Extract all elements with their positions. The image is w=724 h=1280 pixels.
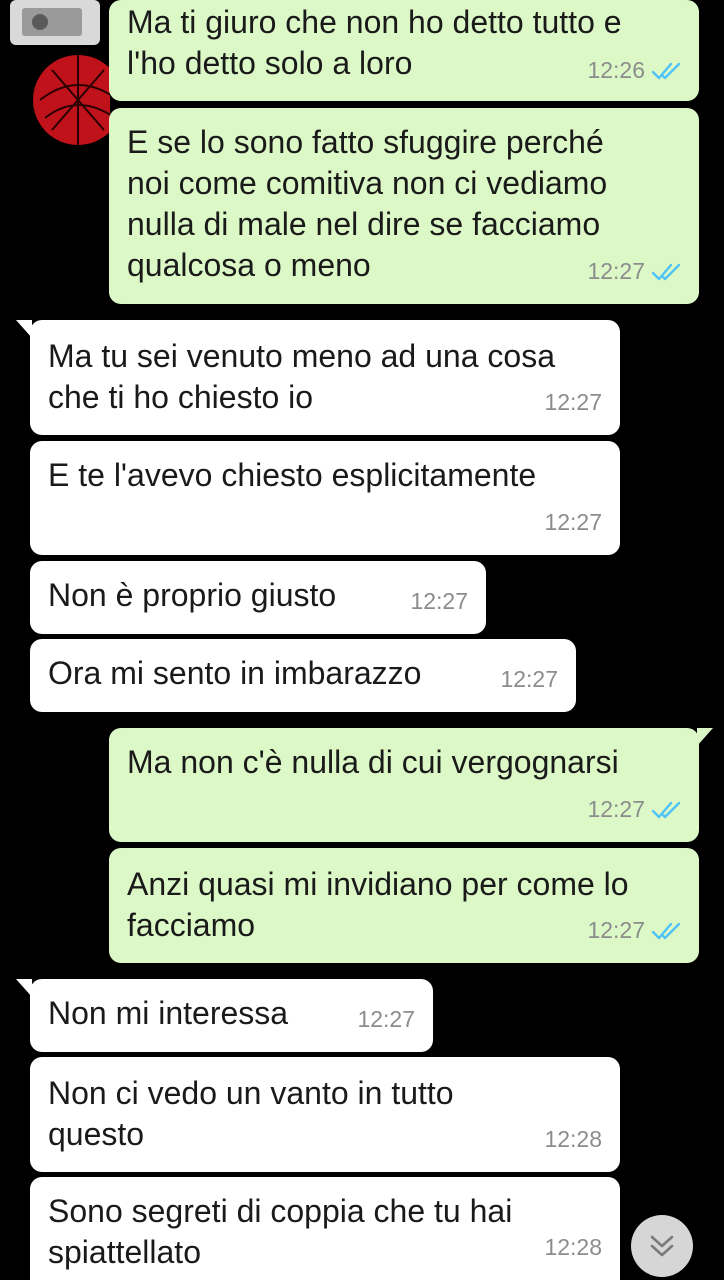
- message-meta: 12:27: [357, 999, 415, 1040]
- double-check-read-icon: [651, 801, 681, 818]
- message-text: Ora mi sento in imbarazzo: [48, 655, 422, 691]
- message-meta: 12:28: [544, 1227, 602, 1268]
- message-text: Non è proprio giusto: [48, 577, 337, 613]
- message-bubble-incoming[interactable]: Sono segreti di coppia che tu hai spiatt…: [30, 1177, 620, 1280]
- chat-screen: Ma ti giuro che non ho detto tutto e l'h…: [0, 0, 724, 1280]
- bubble-tail: [697, 728, 713, 746]
- message-meta: 12:27: [544, 382, 602, 423]
- message-meta: 12:27: [587, 789, 685, 830]
- message-time: 12:28: [544, 1234, 602, 1260]
- message-time: 12:27: [500, 666, 558, 692]
- message-bubble-outgoing[interactable]: Anzi quasi mi invidiano per come lo facc…: [109, 848, 699, 963]
- message-meta: 12:27: [544, 502, 602, 543]
- message-time: 12:27: [357, 1006, 415, 1032]
- message-meta: 12:28: [544, 1119, 602, 1160]
- message-meta: 12:27: [500, 659, 558, 700]
- message-text: E te l'avevo chiesto esplicitamente: [48, 457, 537, 493]
- message-bubble-incoming[interactable]: Ora mi sento in imbarazzo 12:27: [30, 639, 576, 712]
- message-time: 12:27: [544, 509, 602, 535]
- message-text: Ma ti giuro che non ho detto tutto e l'h…: [127, 4, 622, 81]
- message-time: 12:26: [587, 57, 645, 83]
- message-text: E se lo sono fatto sfuggire perché noi c…: [127, 124, 608, 283]
- message-text: Sono segreti di coppia che tu hai spiatt…: [48, 1193, 513, 1270]
- wallpaper-sticker: [10, 0, 110, 145]
- message-time: 12:28: [544, 1126, 602, 1152]
- message-bubble-outgoing[interactable]: E se lo sono fatto sfuggire perché noi c…: [109, 108, 699, 304]
- message-text: Non ci vedo un vanto in tutto questo: [48, 1075, 454, 1152]
- chevron-double-down-icon: [650, 1235, 674, 1257]
- message-meta: 12:27: [587, 910, 685, 951]
- double-check-read-icon: [651, 263, 681, 280]
- message-time: 12:27: [410, 588, 468, 614]
- double-check-read-icon: [651, 922, 681, 939]
- double-check-read-icon: [651, 62, 681, 79]
- message-bubble-incoming[interactable]: Ma tu sei venuto meno ad una cosa che ti…: [16, 320, 620, 435]
- message-text: Ma tu sei venuto meno ad una cosa che ti…: [48, 338, 555, 415]
- message-meta: 12:27: [587, 251, 685, 292]
- message-bubble-outgoing[interactable]: Ma ti giuro che non ho detto tutto e l'h…: [109, 0, 699, 101]
- message-time: 12:27: [587, 258, 645, 284]
- message-time: 12:27: [544, 389, 602, 415]
- message-bubble-outgoing[interactable]: Ma non c'è nulla di cui vergognarsi 12:2…: [109, 728, 713, 842]
- message-text: Anzi quasi mi invidiano per come lo facc…: [127, 866, 629, 943]
- message-meta: 12:27: [410, 581, 468, 622]
- message-bubble-incoming[interactable]: Non mi interessa 12:27: [16, 979, 433, 1052]
- message-bubble-incoming[interactable]: E te l'avevo chiesto esplicitamente 12:2…: [30, 441, 620, 555]
- message-text: Non mi interessa: [48, 995, 289, 1031]
- message-text: Ma non c'è nulla di cui vergognarsi: [127, 744, 619, 780]
- message-time: 12:27: [587, 917, 645, 943]
- bubble-tail: [16, 320, 32, 338]
- message-time: 12:27: [587, 796, 645, 822]
- message-bubble-incoming[interactable]: Non ci vedo un vanto in tutto questo 12:…: [30, 1057, 620, 1172]
- message-bubble-incoming[interactable]: Non è proprio giusto 12:27: [30, 561, 486, 634]
- scroll-to-bottom-button[interactable]: [631, 1215, 693, 1277]
- message-meta: 12:26: [587, 50, 685, 91]
- bubble-tail: [16, 979, 32, 997]
